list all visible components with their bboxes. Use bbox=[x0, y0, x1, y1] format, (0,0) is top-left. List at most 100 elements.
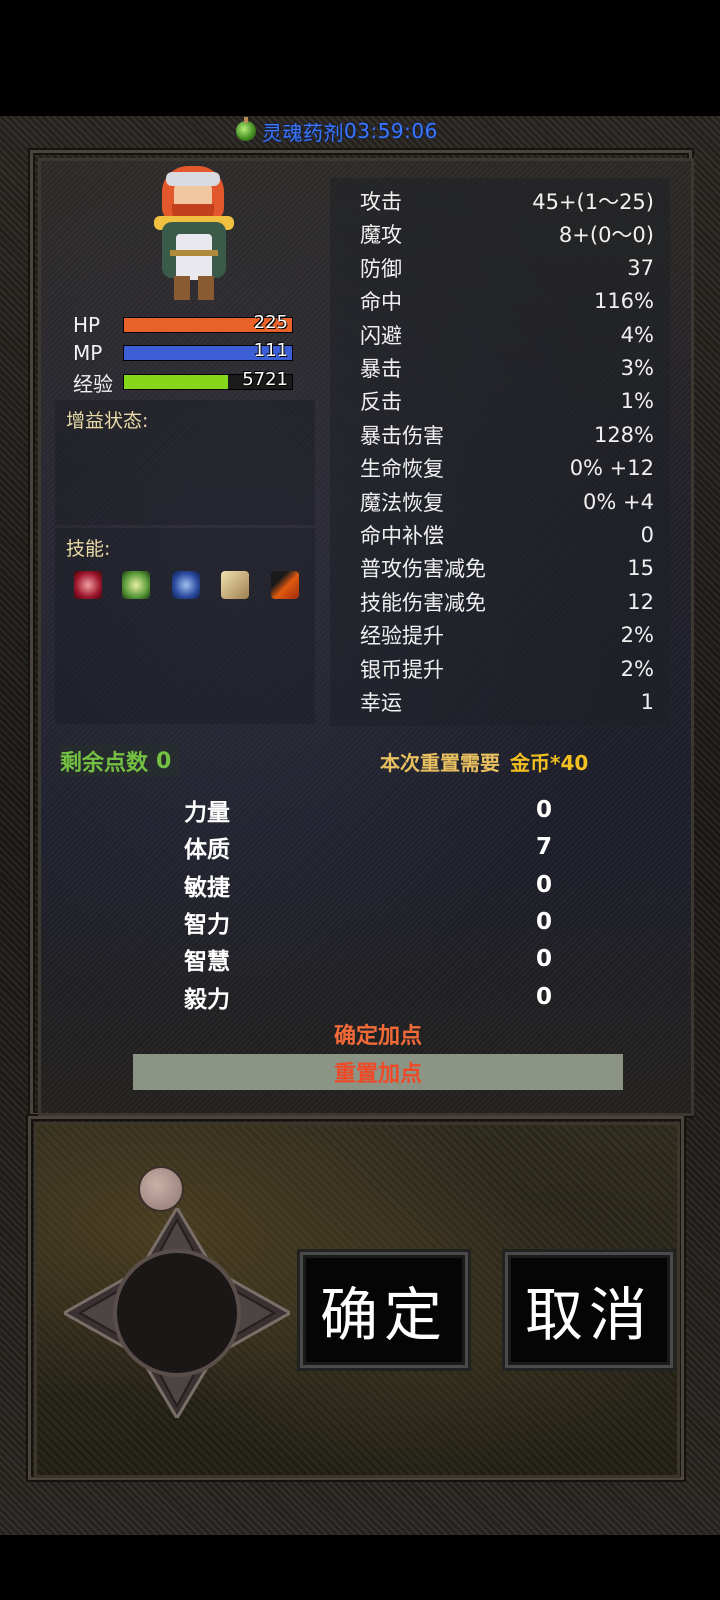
stat-row: 暴击伤害 128% bbox=[360, 420, 654, 450]
attribute-name: 敏捷 bbox=[184, 874, 230, 901]
stat-value: 37 bbox=[627, 255, 654, 280]
stat-name: 技能伤害减免 bbox=[360, 590, 486, 615]
potion-icon bbox=[236, 117, 256, 141]
stat-value: 8+(0～0) bbox=[558, 223, 654, 248]
hp-label: HP bbox=[73, 313, 101, 337]
buffs-title: 增益状态: bbox=[66, 410, 149, 432]
remaining-points-value: 0 bbox=[156, 748, 172, 774]
stat-name: 命中补偿 bbox=[360, 524, 444, 548]
mp-label: MP bbox=[73, 341, 103, 365]
status-area bbox=[0, 0, 720, 116]
exp-bar: 5721 bbox=[123, 369, 293, 390]
stat-row: 技能伤害减免 12 bbox=[360, 587, 654, 617]
stat-value: 0% +12 bbox=[569, 456, 654, 481]
wind-skill-icon[interactable] bbox=[122, 571, 150, 599]
confirm-points-button[interactable]: 确定加点 bbox=[133, 1017, 623, 1051]
reset-cost-value: 金币*40 bbox=[510, 750, 589, 775]
reset-points-button[interactable]: 重置加点 bbox=[133, 1054, 623, 1090]
attribute-value: 0 bbox=[535, 871, 552, 898]
stat-name: 防御 bbox=[360, 256, 402, 281]
joystick-knob[interactable] bbox=[138, 1166, 184, 1212]
stat-row: 银币提升 2% bbox=[360, 654, 654, 684]
stat-row: 幸运 1 bbox=[360, 687, 654, 717]
buff-label: 灵魂药剂 bbox=[262, 120, 344, 145]
attribute-value: 0 bbox=[535, 946, 552, 973]
ok-button[interactable]: 确定 bbox=[300, 1252, 468, 1368]
stat-value: 12 bbox=[627, 589, 654, 614]
fist-skill-icon[interactable] bbox=[74, 571, 102, 599]
hp-value: 225 bbox=[253, 312, 288, 333]
remaining-points: 剩余点数 0 bbox=[60, 745, 180, 777]
stat-name: 反击 bbox=[360, 390, 402, 415]
stat-name: 命中 bbox=[360, 290, 402, 315]
hp-bar: 225 bbox=[123, 312, 293, 333]
stat-value: 116% bbox=[593, 289, 654, 314]
attribute-row: 力量 0 bbox=[184, 792, 554, 828]
attribute-value: 0 bbox=[535, 908, 552, 935]
attribute-value: 0 bbox=[535, 983, 552, 1010]
scroll-skill-icon[interactable] bbox=[221, 571, 249, 599]
stat-name: 银币提升 bbox=[360, 657, 444, 682]
stat-value: 2% bbox=[620, 656, 654, 681]
stat-name: 普攻伤害减免 bbox=[360, 557, 486, 582]
stat-name: 生命恢复 bbox=[360, 457, 444, 482]
stat-row: 闪避 4% bbox=[360, 320, 654, 350]
stat-row: 魔攻 8+(0～0) bbox=[360, 219, 654, 249]
exp-label: 经验 bbox=[73, 371, 113, 396]
stat-row: 魔法恢复 0% +4 bbox=[360, 487, 654, 517]
attribute-name: 毅力 bbox=[184, 986, 230, 1013]
stat-row: 暴击 3% bbox=[360, 353, 654, 383]
buff-timer: 灵魂药剂 03:59:06 bbox=[236, 117, 438, 145]
slash-skill-icon[interactable] bbox=[271, 571, 299, 599]
stat-row: 命中补偿 0 bbox=[360, 520, 654, 550]
stat-name: 经验提升 bbox=[360, 624, 444, 649]
stat-name: 暴击 bbox=[360, 357, 402, 381]
mp-bar-row: MP 111 bbox=[73, 340, 293, 366]
stat-row: 反击 1% bbox=[360, 386, 654, 416]
attribute-row: 敏捷 0 bbox=[184, 867, 554, 903]
attribute-row: 智力 0 bbox=[184, 904, 554, 940]
stat-name: 暴击伤害 bbox=[360, 423, 444, 448]
mp-bar: 111 bbox=[123, 340, 293, 361]
exp-bar-row: 经验 5721 bbox=[73, 369, 293, 396]
shield-skill-icon[interactable] bbox=[172, 571, 200, 599]
stat-row: 防御 37 bbox=[360, 253, 654, 283]
stat-name: 魔攻 bbox=[360, 223, 402, 248]
joystick-pad[interactable] bbox=[64, 1208, 290, 1418]
reset-cost: 本次重置需要 金币*40 bbox=[380, 746, 588, 776]
stat-row: 攻击 45+(1～25) bbox=[360, 186, 654, 216]
stat-value: 1% bbox=[620, 389, 654, 414]
stat-value: 3% bbox=[620, 356, 654, 380]
buff-time: 03:59:06 bbox=[344, 119, 438, 143]
attribute-name: 体质 bbox=[184, 837, 230, 864]
attribute-value: 7 bbox=[535, 834, 552, 861]
attribute-name: 力量 bbox=[184, 800, 230, 826]
stat-value: 1 bbox=[640, 690, 654, 714]
cancel-button[interactable]: 取消 bbox=[505, 1252, 673, 1368]
mp-value: 111 bbox=[253, 340, 288, 361]
stat-value: 2% bbox=[620, 623, 654, 648]
stat-value: 0 bbox=[640, 523, 654, 547]
stat-row: 经验提升 2% bbox=[360, 620, 654, 650]
attribute-name: 智慧 bbox=[184, 949, 230, 976]
stat-name: 闪避 bbox=[360, 323, 402, 348]
attribute-row: 毅力 0 bbox=[184, 979, 554, 1015]
stat-value: 45+(1～25) bbox=[532, 190, 654, 214]
skills-title: 技能: bbox=[66, 538, 111, 560]
stat-value: 0% +4 bbox=[583, 489, 654, 514]
attribute-row: 体质 7 bbox=[184, 829, 554, 865]
attribute-row: 智慧 0 bbox=[184, 941, 554, 977]
stat-name: 魔法恢复 bbox=[360, 490, 444, 515]
character-avatar bbox=[148, 164, 244, 304]
stat-value: 15 bbox=[627, 556, 654, 581]
stat-value: 128% bbox=[593, 422, 654, 447]
stat-row: 命中 116% bbox=[360, 286, 654, 316]
hp-bar-row: HP 225 bbox=[73, 312, 293, 338]
stat-row: 普攻伤害减免 15 bbox=[360, 553, 654, 583]
attribute-value: 0 bbox=[535, 797, 552, 823]
nav-area bbox=[0, 1535, 720, 1600]
stat-row: 生命恢复 0% +12 bbox=[360, 453, 654, 483]
remaining-points-label: 剩余点数 bbox=[60, 751, 149, 776]
stat-name: 攻击 bbox=[360, 190, 402, 214]
exp-value: 5721 bbox=[242, 369, 288, 390]
